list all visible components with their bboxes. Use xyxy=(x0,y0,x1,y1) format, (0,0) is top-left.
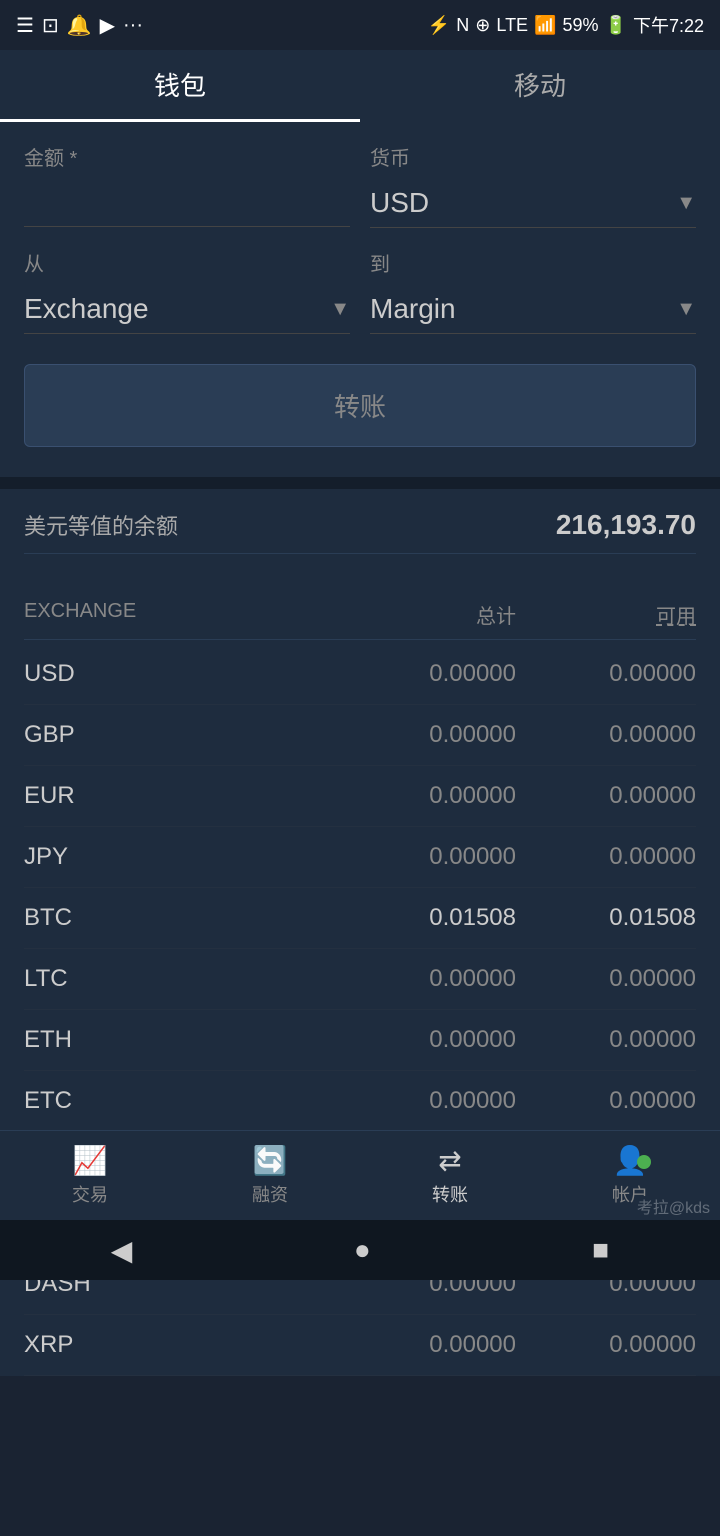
total-value: 0.00000 xyxy=(336,721,516,749)
section-exchange-label: EXCHANGE xyxy=(24,600,336,629)
from-label: 从 xyxy=(24,248,350,277)
available-value: 0.00000 xyxy=(516,965,696,993)
currency-label: BTC xyxy=(24,904,336,932)
currency-label: LTC xyxy=(24,965,336,993)
amount-label: 金额 * xyxy=(24,142,350,171)
table-row: JPY 0.00000 0.00000 xyxy=(24,827,696,888)
total-value: 0.01508 xyxy=(336,904,516,932)
time-display: 下午7:22 xyxy=(633,12,704,38)
back-button[interactable]: ◀ xyxy=(111,1234,133,1267)
currency-label: ETH xyxy=(24,1026,336,1054)
available-value: 0.00000 xyxy=(516,782,696,810)
to-field: 到 Margin ▼ xyxy=(370,248,696,334)
signal-icon: 📶 xyxy=(534,15,556,36)
currency-chevron-icon: ▼ xyxy=(676,192,696,215)
balance-label: 美元等值的余额 xyxy=(24,509,178,541)
amount-field: 金额 * xyxy=(24,142,350,228)
nav-transfer[interactable]: ⇄ 转账 xyxy=(360,1144,540,1207)
recent-button[interactable]: ■ xyxy=(592,1234,609,1266)
total-value: 0.00000 xyxy=(336,782,516,810)
table-row: XRP 0.00000 0.00000 xyxy=(24,1315,696,1376)
transfer-icon: ⇄ xyxy=(438,1144,461,1177)
balance-value: 216,193.70 xyxy=(556,509,696,541)
currency-label: XRP xyxy=(24,1331,336,1359)
amount-input[interactable] xyxy=(24,179,350,227)
total-value: 0.00000 xyxy=(336,660,516,688)
available-value: 0.00000 xyxy=(516,843,696,871)
nav-finance[interactable]: 🔄 融资 xyxy=(180,1144,360,1207)
android-nav-bar: ◀ ● ■ xyxy=(0,1220,720,1280)
bluetooth-icon: ⚡ xyxy=(428,15,450,36)
battery-label: 59% xyxy=(563,15,599,36)
available-value: 0.00000 xyxy=(516,1331,696,1359)
from-value: Exchange xyxy=(24,293,149,325)
transfer-button[interactable]: 转账 xyxy=(24,364,696,447)
currency-field: 货币 USD ▼ xyxy=(370,142,696,228)
table-row: ETH 0.00000 0.00000 xyxy=(24,1010,696,1071)
battery-icon: 🔋 xyxy=(605,15,627,36)
table-header: EXCHANGE 总计 可用 xyxy=(24,590,696,640)
table-row: EUR 0.00000 0.00000 xyxy=(24,766,696,827)
from-field: 从 Exchange ▼ xyxy=(24,248,350,334)
from-chevron-icon: ▼ xyxy=(330,298,350,321)
tab-move[interactable]: 移动 xyxy=(360,50,720,122)
currency-select[interactable]: USD ▼ xyxy=(370,179,696,228)
app-icon: ⊡ xyxy=(42,13,59,38)
balance-section: 美元等值的余额 216,193.70 xyxy=(0,489,720,590)
available-value: 0.00000 xyxy=(516,1026,696,1054)
vpn-icon: ⊕ xyxy=(475,15,490,36)
table-row: USD 0.00000 0.00000 xyxy=(24,644,696,705)
section-divider xyxy=(0,477,720,489)
currency-label: 货币 xyxy=(370,142,696,171)
bell-icon: 🔔 xyxy=(67,13,92,38)
table-row: ETC 0.00000 0.00000 xyxy=(24,1071,696,1132)
total-value: 0.00000 xyxy=(336,965,516,993)
watermark: 考拉@kds xyxy=(637,1194,710,1218)
account-dot xyxy=(637,1155,651,1169)
to-label: 到 xyxy=(370,248,696,277)
available-value: 0.00000 xyxy=(516,721,696,749)
currency-label: EUR xyxy=(24,782,336,810)
home-button[interactable]: ● xyxy=(354,1234,371,1266)
currency-label: GBP xyxy=(24,721,336,749)
trade-icon: 📈 xyxy=(73,1144,108,1177)
lte-label: LTE xyxy=(496,15,528,36)
finance-icon: 🔄 xyxy=(253,1144,288,1177)
table-row: GBP 0.00000 0.00000 xyxy=(24,705,696,766)
currency-value: USD xyxy=(370,187,429,219)
from-select[interactable]: Exchange ▼ xyxy=(24,285,350,334)
currency-label: ETC xyxy=(24,1087,336,1115)
status-left-icons: ☰ ⊡ 🔔 ▶ ··· xyxy=(16,13,143,38)
total-value: 0.00000 xyxy=(336,1026,516,1054)
menu-icon: ☰ xyxy=(16,13,34,38)
table-row: BTC 0.01508 0.01508 xyxy=(24,888,696,949)
total-value: 0.00000 xyxy=(336,1087,516,1115)
bottom-nav: 📈 交易 🔄 融资 ⇄ 转账 👤 帐户 xyxy=(0,1130,720,1220)
total-value: 0.00000 xyxy=(336,1331,516,1359)
currency-label: USD xyxy=(24,660,336,688)
currency-label: JPY xyxy=(24,843,336,871)
play-icon: ▶ xyxy=(100,13,115,38)
to-value: Margin xyxy=(370,293,456,325)
nav-trade[interactable]: 📈 交易 xyxy=(0,1144,180,1207)
more-icon: ··· xyxy=(123,14,143,37)
to-chevron-icon: ▼ xyxy=(676,298,696,321)
available-value: 0.01508 xyxy=(516,904,696,932)
table-row: LTC 0.00000 0.00000 xyxy=(24,949,696,1010)
nfc-icon: N xyxy=(456,15,469,36)
total-value: 0.00000 xyxy=(336,843,516,871)
available-value: 0.00000 xyxy=(516,1087,696,1115)
transfer-form: 金额 * 货币 USD ▼ 从 Exchange ▼ 到 Margin ▼ xyxy=(0,122,720,477)
status-bar: ☰ ⊡ 🔔 ▶ ··· ⚡ N ⊕ LTE 📶 59% 🔋 下午7:22 xyxy=(0,0,720,50)
col-total-header: 总计 xyxy=(336,600,516,629)
to-select[interactable]: Margin ▼ xyxy=(370,285,696,334)
main-tab-bar: 钱包 移动 xyxy=(0,50,720,122)
status-right-info: ⚡ N ⊕ LTE 📶 59% 🔋 下午7:22 xyxy=(428,12,704,38)
balance-row: 美元等值的余额 216,193.70 xyxy=(24,509,696,554)
col-available-header: 可用 xyxy=(516,600,696,629)
available-value: 0.00000 xyxy=(516,660,696,688)
tab-wallet[interactable]: 钱包 xyxy=(0,50,360,122)
